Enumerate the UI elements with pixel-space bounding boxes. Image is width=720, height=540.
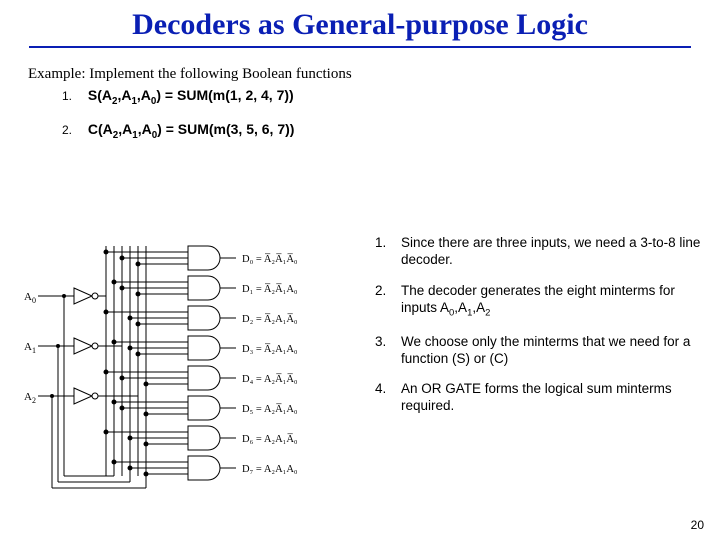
step-1: 1. Since there are three inputs, we need… (375, 234, 703, 269)
step-2-text: The decoder generates the eight minterms… (401, 282, 703, 320)
step-2-number: 2. (375, 282, 401, 320)
and-gate-7 (188, 456, 220, 480)
decoder-diagram: A0 A1 A2 (18, 236, 358, 496)
title-underline (29, 46, 691, 48)
eq1-number: 1. (62, 89, 84, 103)
svg-text:A0: A0 (24, 291, 36, 305)
and-gate-6 (188, 426, 220, 450)
step-4-number: 4. (375, 380, 401, 415)
slide-title: Decoders as General-purpose Logic (0, 0, 720, 46)
step-1-number: 1. (375, 234, 401, 269)
d1-label: D₁ = A̅₂A̅₁A₀ (242, 284, 298, 295)
d6-label: D₆ = A₂A₁A̅₀ (242, 434, 298, 445)
svg-text:A1: A1 (24, 341, 36, 355)
d2-label: D₂ = A̅₂A₁A̅₀ (242, 314, 298, 325)
example-prompt: Example: Implement the following Boolean… (0, 66, 720, 87)
step-list: 1. Since there are three inputs, we need… (375, 234, 703, 428)
step-4-text: An OR GATE forms the logical sum minterm… (401, 380, 703, 415)
and-gate-1 (188, 276, 220, 300)
lower-region: A0 A1 A2 (0, 230, 720, 510)
step-3: 3. We choose only the minterms that we n… (375, 333, 703, 368)
step-3-number: 3. (375, 333, 401, 368)
equation-list: 1. S(A2,A1,A0) = SUM(m(1, 2, 4, 7)) 2. C… (0, 87, 720, 141)
and-gate-3 (188, 336, 220, 360)
step-4: 4. An OR GATE forms the logical sum mint… (375, 380, 703, 415)
page-number: 20 (691, 518, 704, 532)
step-3-text: We choose only the minterms that we need… (401, 333, 703, 368)
d4-label: D₄ = A₂A̅₁A̅₀ (242, 374, 298, 385)
step-1-text: Since there are three inputs, we need a … (401, 234, 703, 269)
not-gate-a2 (74, 388, 98, 404)
not-gate-a0 (74, 288, 98, 304)
step-2: 2. The decoder generates the eight minte… (375, 282, 703, 320)
eq1-text: S(A2,A1,A0) = SUM(m(1, 2, 4, 7)) (88, 87, 294, 103)
equation-1: 1. S(A2,A1,A0) = SUM(m(1, 2, 4, 7)) (62, 87, 720, 107)
and-gate-4 (188, 366, 220, 390)
and-gate-5 (188, 396, 220, 420)
d3-label: D₃ = A̅₂A₁A₀ (242, 344, 298, 355)
and-gate-2 (188, 306, 220, 330)
not-gate-a1 (74, 338, 98, 354)
d0-label: D₀ = A̅₂A̅₁A̅₀ (242, 254, 298, 265)
equation-2: 2. C(A2,A1,A0) = SUM(m(3, 5, 6, 7)) (62, 121, 720, 141)
and-gate-0 (188, 246, 220, 270)
d5-label: D₅ = A₂A̅₁A₀ (242, 404, 298, 415)
eq2-text: C(A2,A1,A0) = SUM(m(3, 5, 6, 7)) (88, 121, 295, 137)
eq2-number: 2. (62, 123, 84, 137)
svg-text:A2: A2 (24, 391, 36, 405)
d7-label: D₇ = A₂A₁A₀ (242, 464, 298, 475)
